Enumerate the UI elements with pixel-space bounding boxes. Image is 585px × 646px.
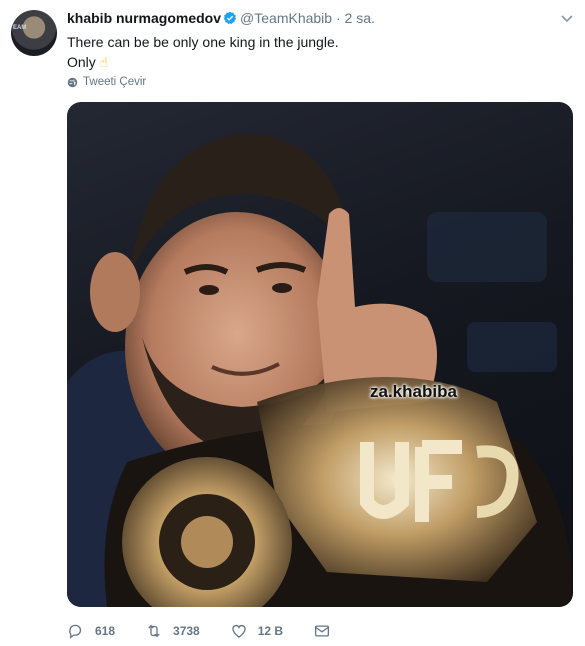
translate-tweet-link[interactable]: Tweeti Çevir: [67, 76, 146, 88]
retweet-button[interactable]: 3738: [145, 622, 200, 640]
avatar-text: EAM: [13, 25, 27, 31]
translate-label: Tweeti Çevir: [83, 76, 147, 88]
tweet-text: There can be be only one king in the jun…: [67, 32, 339, 72]
avatar[interactable]: EAM: [11, 10, 57, 56]
tweet-text-line-1: There can be be only one king in the jun…: [67, 34, 339, 50]
pointing-up-emoji: ☝: [99, 54, 109, 70]
tweet-image[interactable]: za.khabiba: [67, 102, 573, 607]
dm-icon: [315, 625, 330, 637]
tweet-card[interactable]: EAM khabib nurmagomedov @TeamKhabib · 2 s…: [0, 0, 585, 646]
separator-dot: ·: [335, 10, 341, 26]
globe-icon: [67, 77, 78, 87]
reply-button[interactable]: 618: [67, 622, 115, 640]
author-name[interactable]: khabib nurmagomedov: [67, 10, 221, 26]
reply-icon: [69, 624, 82, 639]
verified-badge-icon: [223, 11, 237, 25]
tweet-actions: 618 3738 12 B: [67, 620, 361, 642]
photo-illustration: [67, 134, 573, 607]
chevron-down-icon[interactable]: [559, 10, 575, 26]
tweet-text-line-2: Only ☝: [67, 52, 339, 72]
like-icon: [232, 624, 246, 638]
tweet-header: khabib nurmagomedov @TeamKhabib · 2 sa.: [67, 10, 375, 26]
like-button[interactable]: 12 B: [230, 622, 283, 640]
tweet-time[interactable]: 2 sa.: [345, 10, 375, 26]
like-count: 12 B: [257, 624, 284, 638]
retweet-icon: [148, 624, 160, 638]
retweet-count: 3738: [173, 624, 200, 638]
image-watermark: za.khabiba: [370, 382, 457, 401]
reply-count: 618: [95, 624, 116, 638]
tweet-text-only: Only: [67, 54, 96, 70]
direct-message-button[interactable]: [313, 622, 331, 640]
author-handle[interactable]: @TeamKhabib: [240, 10, 332, 26]
